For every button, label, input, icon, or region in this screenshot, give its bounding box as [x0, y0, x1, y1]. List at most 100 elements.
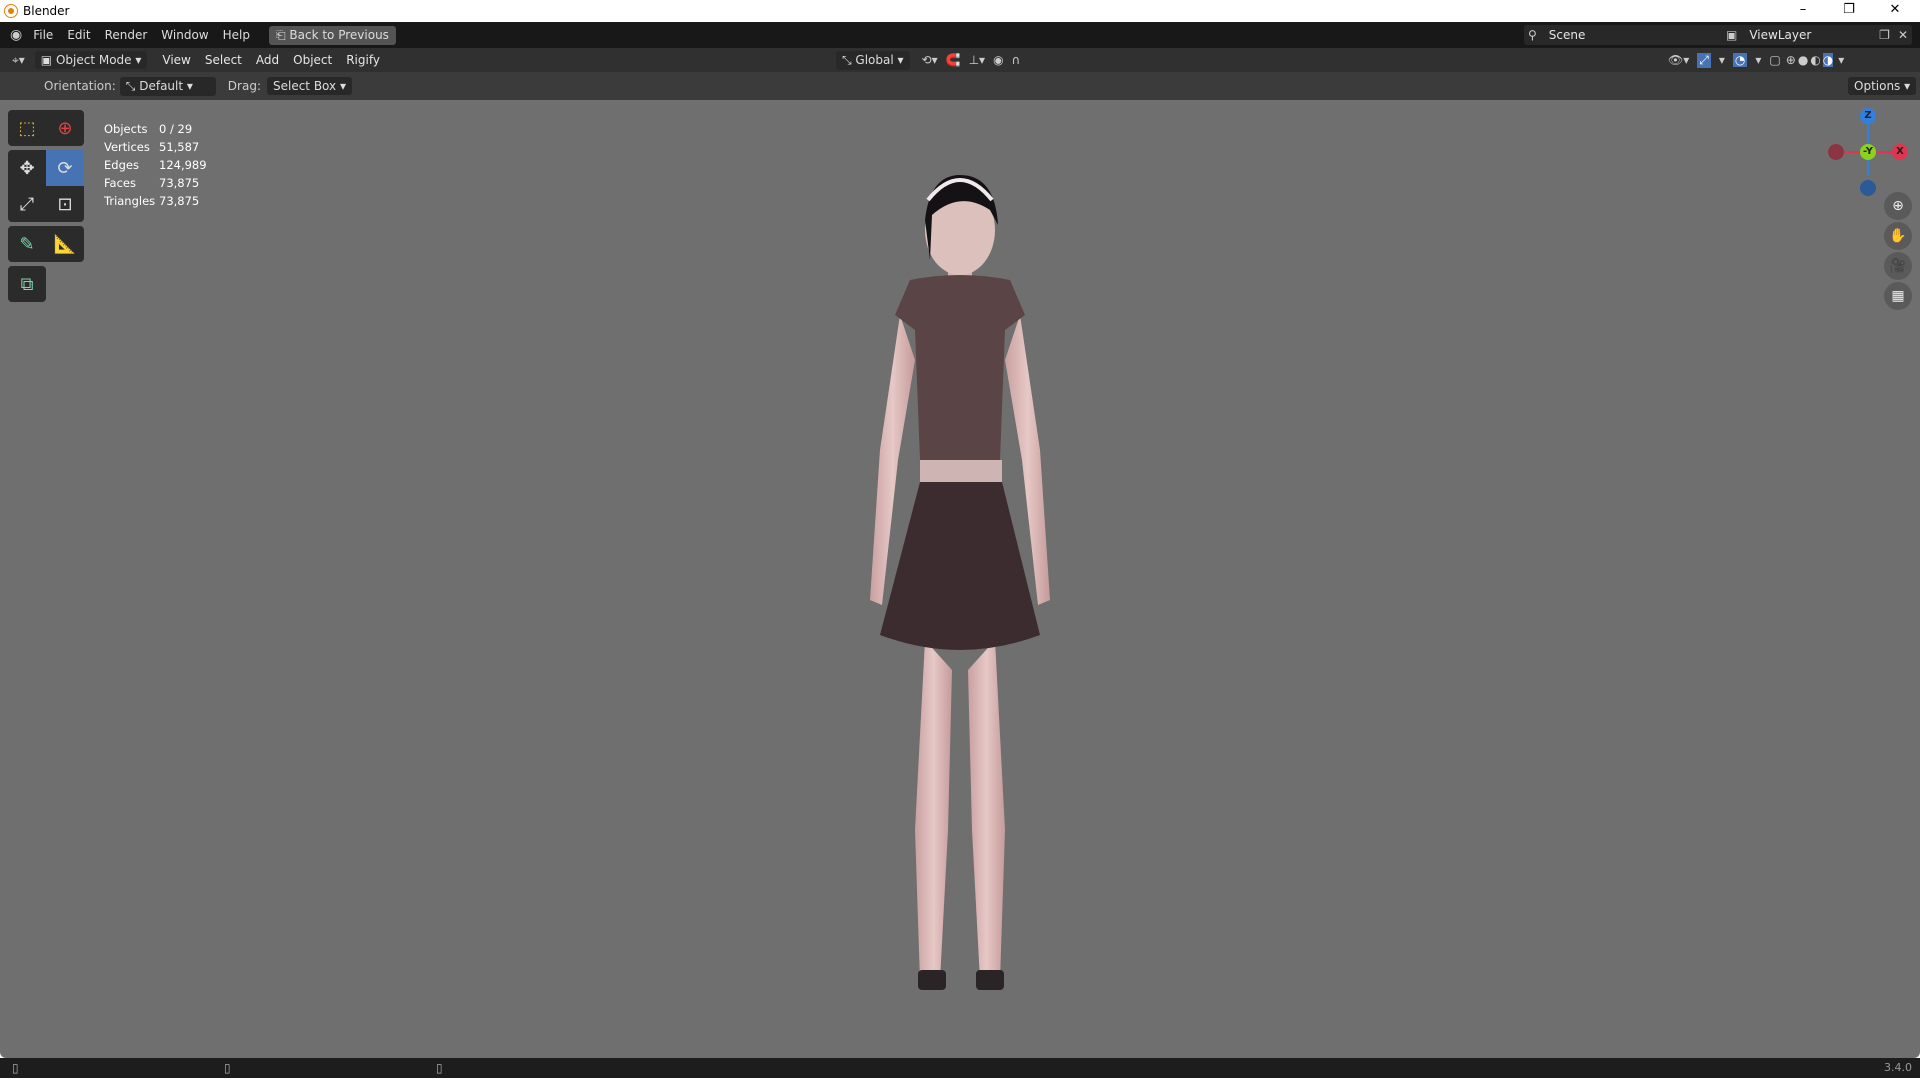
solid-shading-icon[interactable]: ●	[1798, 53, 1808, 67]
blender-menu-icon[interactable]: ◉	[10, 27, 22, 43]
xray-icon[interactable]: ▢	[1769, 53, 1780, 67]
menu-window[interactable]: Window	[154, 28, 215, 42]
falloff-icon[interactable]: ∩	[1012, 53, 1021, 67]
visibility-icon[interactable]: 👁▾	[1668, 53, 1689, 67]
gizmo-neg-x-axis[interactable]	[1828, 144, 1844, 160]
object-mode-icon: ▣	[40, 53, 56, 67]
toolbar-add-group: ⧉	[8, 266, 46, 302]
menu-select[interactable]: Select	[198, 53, 249, 67]
gizmo-z-axis[interactable]: Z	[1860, 108, 1876, 124]
menu-view[interactable]: View	[155, 53, 197, 67]
mouse-left-icon: ▯	[12, 1061, 19, 1075]
back-to-previous-button[interactable]: ⎗ Back to Previous	[268, 25, 396, 45]
add-cube-tool-icon[interactable]: ⧉	[8, 266, 46, 302]
ortho-grid-icon[interactable]: ▦	[1884, 282, 1912, 310]
drag-label: Drag:	[227, 79, 261, 93]
pivot-point-icon[interactable]: ⟲▾	[922, 53, 938, 67]
camera-view-icon[interactable]: 🎥	[1884, 252, 1912, 280]
mouse-right-icon: ▯	[436, 1061, 443, 1075]
character-model[interactable]	[820, 130, 1100, 1050]
top	[895, 275, 1025, 460]
scene-statistics: Objects 0 / 29 Vertices 51,587 Edges 124,98…	[104, 120, 207, 210]
stat-value: 0 / 29	[159, 122, 193, 136]
orientation-axis-icon: ⤡	[125, 78, 140, 93]
menu-help[interactable]: Help	[216, 28, 257, 42]
editor-type-icon[interactable]: ⌖▾	[12, 53, 25, 68]
mode-dropdown[interactable]: ▣ Object Mode ▾	[34, 51, 148, 69]
right-leg	[968, 640, 1005, 980]
transform-tool-icon[interactable]: ⊡	[46, 186, 84, 222]
stat-label: Triangles	[104, 194, 156, 208]
view-layer-name[interactable]: ViewLayer	[1749, 28, 1811, 42]
mouse-middle-icon: ▯	[224, 1061, 231, 1075]
mode-label: Object Mode	[55, 53, 132, 67]
gizmo-dropdown-icon[interactable]: ▾	[1719, 53, 1725, 67]
scene-name[interactable]: Scene	[1549, 28, 1586, 42]
restore-button[interactable]: ❐	[1826, 0, 1872, 22]
shading-dropdown-icon[interactable]: ▾	[1838, 53, 1844, 67]
status-bar: ▯ ▯ ▯ 3.4.0	[0, 1058, 1920, 1078]
menu-file[interactable]: File	[26, 28, 60, 42]
options-dropdown[interactable]: Options ▾	[1848, 77, 1917, 95]
left-sandal	[918, 970, 946, 990]
transform-orientation-label: Global	[855, 52, 894, 67]
gizmo-neg-y-axis[interactable]: -Y	[1860, 144, 1876, 160]
annotate-tool-icon[interactable]: ✎	[8, 226, 46, 262]
right-sandal	[976, 970, 1004, 990]
menu-edit[interactable]: Edit	[60, 28, 97, 42]
gizmo-neg-z-axis[interactable]	[1860, 180, 1876, 196]
stat-label: Objects	[104, 122, 148, 136]
overlays-toggle-icon[interactable]: ◔	[1732, 53, 1748, 67]
move-tool-icon[interactable]: ✥	[8, 150, 46, 186]
menu-rigify[interactable]: Rigify	[339, 53, 387, 67]
stat-label: Faces	[104, 176, 136, 190]
menu-render[interactable]: Render	[98, 28, 155, 42]
orientation-dropdown[interactable]: ⤡ Default ▾	[119, 76, 216, 96]
navigation-gizmo[interactable]: Z -Y X	[1820, 108, 1910, 198]
view-layer-icon: ▣	[1726, 28, 1738, 42]
stat-value: 73,875	[159, 194, 200, 208]
cursor-tool-icon[interactable]: ⊕	[46, 110, 84, 146]
material-shading-icon[interactable]: ◐	[1810, 53, 1820, 67]
options-label: Options	[1854, 79, 1901, 93]
viewport-header: ⌖▾ ▣ Object Mode ▾ View Select Add Objec…	[0, 48, 1920, 72]
skirt	[880, 482, 1040, 650]
toolbar-annotate-group: ✎ 📐	[8, 226, 84, 262]
delete-view-layer-icon[interactable]: ✕	[1898, 28, 1908, 42]
top-menu-bar: ◉ File Edit Render Window Help ⎗ Back to…	[0, 22, 1920, 48]
toolbar-select-group: ⬚ ⊕	[8, 110, 84, 146]
orientation-label: Orientation:	[44, 79, 116, 93]
overlays-dropdown-icon[interactable]: ▾	[1755, 53, 1761, 67]
gizmo-x-axis[interactable]: X	[1892, 144, 1908, 160]
gizmos-toggle-icon[interactable]: ⤢	[1697, 52, 1711, 68]
scale-tool-icon[interactable]: ⤢	[8, 186, 46, 222]
stat-label: Edges	[104, 158, 139, 172]
rotate-tool-icon[interactable]: ⟳	[46, 150, 84, 186]
title-bar: Blender – ❐ ✕	[0, 0, 1920, 22]
view-layer-selector[interactable]: ▣ ViewLayer ❐ ✕	[1722, 25, 1912, 45]
blender-logo-icon	[5, 5, 17, 17]
scene-icon: ⚲	[1528, 28, 1537, 42]
pan-hand-icon[interactable]: ✋	[1884, 222, 1912, 250]
orientation-icon: ⤡	[842, 52, 856, 67]
measure-tool-icon[interactable]: 📐	[46, 226, 84, 262]
transform-orientation-dropdown[interactable]: ⤡ Global ▾	[836, 50, 910, 70]
minimize-button[interactable]: –	[1780, 0, 1826, 22]
window-title: Blender	[23, 4, 70, 18]
zoom-icon[interactable]: ⊕	[1884, 192, 1912, 220]
new-view-layer-icon[interactable]: ❐	[1879, 28, 1890, 42]
drag-dropdown[interactable]: Select Box ▾	[266, 77, 352, 95]
orientation-value: Default	[139, 78, 184, 93]
snap-icon[interactable]: 🧲	[946, 53, 961, 67]
3d-viewport[interactable]: ⬚ ⊕ ✥ ⟳ ⤢ ⊡ ✎ 📐 ⧉ Objects 0 / 29 Vertices…	[0, 100, 1920, 1058]
menu-object[interactable]: Object	[286, 53, 339, 67]
snap-target-icon[interactable]: ⊥▾	[969, 53, 985, 67]
select-box-tool-icon[interactable]: ⬚	[8, 110, 46, 146]
rendered-shading-icon[interactable]: ◑	[1822, 53, 1834, 67]
close-button[interactable]: ✕	[1872, 0, 1918, 22]
waist	[920, 460, 1002, 482]
toolbar-transform-group: ✥ ⟳ ⤢ ⊡	[8, 150, 84, 222]
wireframe-shading-icon[interactable]: ⊕	[1786, 53, 1796, 67]
proportional-edit-icon[interactable]: ◉	[993, 53, 1003, 67]
menu-add[interactable]: Add	[249, 53, 286, 67]
